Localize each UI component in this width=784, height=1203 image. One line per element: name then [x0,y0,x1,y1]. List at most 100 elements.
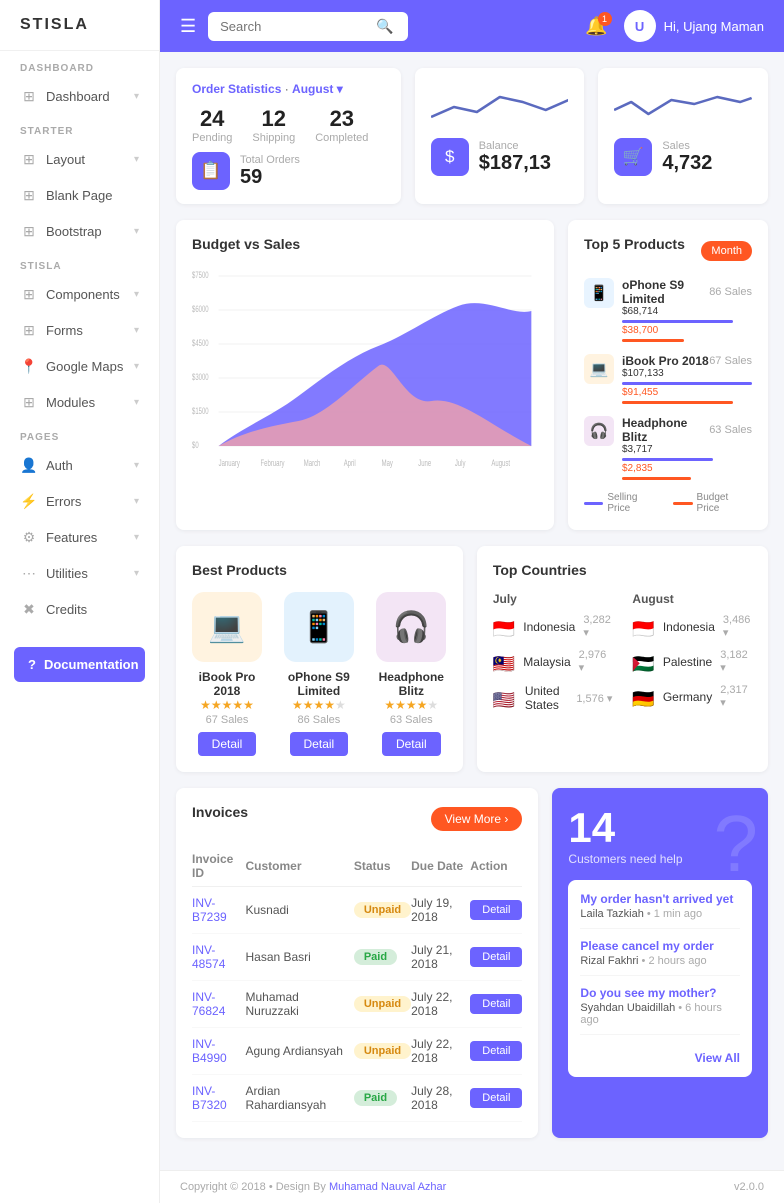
product-stars-1: ★★★★★ [192,698,262,712]
product-card-1: 💻 iBook Pro 2018 ★★★★★ 67 Sales Detail [192,592,262,756]
july-countries: July 🇮🇩 Indonesia 3,282 ▾ 🇲🇾 Malaysia 2,… [493,592,613,722]
product-card-sales-2: 86 Sales [278,714,360,726]
action-button[interactable]: Detail [470,900,522,920]
indonesia-flag-july: 🇮🇩 [493,619,515,635]
table-row: INV-76824 Muhamad Nuruzzaki Unpaid July … [192,981,522,1028]
svg-text:January: January [219,458,240,469]
sidebar-item-label: Features [46,530,97,545]
detail-button-3[interactable]: Detail [382,732,441,756]
notification-icon[interactable]: 🔔 1 [585,16,607,37]
help-message-meta-3: Syahdan Ubaidillah • 6 hours ago [580,1002,740,1026]
sales-section: 🛒 Sales 4,732 [614,138,752,176]
sidebar: STISLA DASHBOARD ⊞ Dashboard ▾ STARTER ⊞… [0,0,160,1203]
august-countries: August 🇮🇩 Indonesia 3,486 ▾ 🇵🇸 Palestine… [632,592,752,722]
sidebar-item-label: Errors [46,494,81,509]
chevron-icon: ▾ [134,568,139,579]
action-button[interactable]: Detail [470,1088,522,1108]
order-header: Order Statistics · August ▾ [192,82,385,96]
map-icon: 📍 [20,357,38,375]
view-all-link[interactable]: View All [580,1051,740,1065]
detail-button-2[interactable]: Detail [290,732,349,756]
sidebar-item-forms[interactable]: ⊞ Forms ▾ [0,312,159,348]
user-info[interactable]: U Hi, Ujang Maman [624,10,764,42]
chevron-icon: ▾ [134,289,139,300]
chevron-icon: ▾ [134,226,139,237]
sidebar-item-features[interactable]: ⚙ Features ▾ [0,519,159,555]
legend-budget-label: Budget Price [697,492,752,514]
forms-icon: ⊞ [20,321,38,339]
budget-chart-title: Budget vs Sales [192,236,538,252]
sidebar-item-errors[interactable]: ⚡ Errors ▾ [0,483,159,519]
total-orders-label: Total Orders [240,154,300,166]
sales-mini-chart [614,82,752,132]
completed-count: 23 [315,106,368,132]
sidebar-item-layout[interactable]: ⊞ Layout ▾ [0,141,159,177]
detail-button-1[interactable]: Detail [198,732,257,756]
sidebar-item-bootstrap[interactable]: ⊞ Bootstrap ▾ [0,213,159,249]
total-orders-value: 59 [240,166,300,189]
selling-bar-2 [622,382,752,385]
footer-author-link[interactable]: Muhamad Nauval Azhar [329,1181,446,1193]
country-name: Germany [663,690,712,704]
help-message-meta-1: Laila Tazkiah • 1 min ago [580,908,740,920]
selling-bar-3 [622,458,713,461]
sidebar-item-credits[interactable]: ✖ Credits [0,591,159,627]
budget-bar-1 [622,339,684,342]
chevron-icon: ▾ [134,154,139,165]
legend-dot-selling [584,502,603,505]
sidebar-item-modules[interactable]: ⊞ Modules ▾ [0,384,159,420]
table-row: INV-B4990 Agung Ardiansyah Unpaid July 2… [192,1028,522,1075]
sidebar-item-components[interactable]: ⊞ Components ▾ [0,276,159,312]
action-button[interactable]: Detail [470,947,522,967]
chart-legend: Selling Price Budget Price [584,492,752,514]
components-icon: ⊞ [20,285,38,303]
topbar: ☰ 🔍 🔔 1 U Hi, Ujang Maman [160,0,784,52]
country-name: Indonesia [523,620,575,634]
documentation-button[interactable]: ? Documentation [14,647,145,682]
sidebar-item-blank[interactable]: ⊞ Blank Page [0,177,159,213]
balance-icon: $ [431,138,469,176]
palestine-flag: 🇵🇸 [632,654,654,670]
due-date: July 22, 2018 [411,981,470,1028]
order-month: August [292,82,333,96]
shipping-count: 12 [252,106,295,132]
sidebar-item-google-maps[interactable]: 📍 Google Maps ▾ [0,348,159,384]
svg-text:$3000: $3000 [192,372,209,383]
month-filter-button[interactable]: Month [701,241,752,261]
invoice-id: INV-B4990 [192,1028,245,1075]
search-input[interactable] [220,19,370,34]
sidebar-item-label: Modules [46,395,95,410]
help-message-2: Please cancel my order Rizal Fakhri • 2 … [580,939,740,976]
sidebar-section-starter: STARTER [0,114,159,141]
help-message-1: My order hasn't arrived yet Laila Tazkia… [580,892,740,929]
balance-label: Balance [479,140,551,152]
action-cell: Detail [470,934,522,981]
hamburger-icon[interactable]: ☰ [180,16,196,37]
svg-text:$7500: $7500 [192,270,209,281]
country-count: 3,282 ▾ [583,614,612,639]
country-name: United States [525,684,568,712]
country-item: 🇩🇪 Germany 2,317 ▾ [632,684,752,709]
action-button[interactable]: Detail [470,994,522,1014]
chevron-icon: ▾ [134,460,139,471]
svg-text:March: March [304,458,321,469]
chevron-icon: ▾ [134,496,139,507]
credits-icon: ✖ [20,600,38,618]
top-countries-card: Top Countries July 🇮🇩 Indonesia 3,282 ▾ … [477,546,768,772]
view-more-button[interactable]: View More › [431,807,523,831]
budget-price-1: $38,700 [622,325,658,336]
product-card-sales-3: 63 Sales [376,714,447,726]
completed-label: Completed [315,132,368,144]
svg-text:$0: $0 [192,440,199,451]
utilities-icon: ⋯ [20,564,38,582]
svg-text:August: August [491,458,510,469]
sidebar-item-utilities[interactable]: ⋯ Utilities ▾ [0,555,159,591]
action-button[interactable]: Detail [470,1041,522,1061]
order-stat-label: Order Statistics [192,82,281,96]
indonesia-flag-aug: 🇮🇩 [632,619,654,635]
countries-columns: July 🇮🇩 Indonesia 3,282 ▾ 🇲🇾 Malaysia 2,… [493,592,752,722]
sidebar-item-auth[interactable]: 👤 Auth ▾ [0,447,159,483]
svg-text:$1500: $1500 [192,406,209,417]
sidebar-item-dashboard[interactable]: ⊞ Dashboard ▾ [0,78,159,114]
errors-icon: ⚡ [20,492,38,510]
